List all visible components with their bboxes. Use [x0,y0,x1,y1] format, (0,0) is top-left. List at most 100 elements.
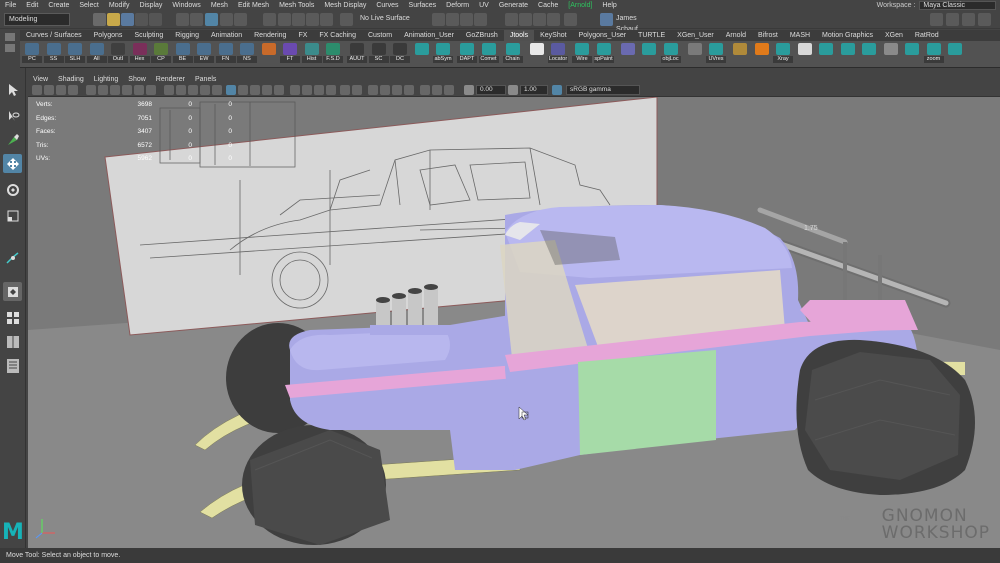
depth-of-field-icon[interactable] [274,85,284,95]
shelf-button-ss[interactable]: SS [43,43,64,66]
tool-settings-icon[interactable] [962,13,975,26]
film-gate-icon[interactable] [98,85,108,95]
shelf-button-all[interactable]: All [86,43,107,66]
workspace-dropdown[interactable]: Maya Classic [919,0,996,10]
shelf-tab-fx[interactable]: FX [292,30,313,41]
construction-history-icon[interactable] [432,13,445,26]
shelf-tab-jtools[interactable]: Jtools [503,30,535,41]
redo-icon[interactable] [149,13,162,26]
shelf-button-30[interactable] [685,43,705,66]
menu-item-mesh-tools[interactable]: Mesh Tools [274,2,319,9]
menu-item-uv[interactable]: UV [474,2,494,9]
shelf-editor-icon[interactable] [5,44,15,52]
textured-icon[interactable] [200,85,210,95]
camera-select-icon[interactable] [32,85,42,95]
shelf-button-locator[interactable]: Locator [548,43,568,66]
shelf-button-chain[interactable]: Chain [502,43,523,66]
attribute-editor-icon[interactable] [946,13,959,26]
last-tool-icon[interactable] [3,248,22,267]
resolution-gate-icon[interactable] [110,85,120,95]
workspace-selector[interactable]: Workspace : Maya Classic [877,0,996,10]
shelf-button-40[interactable] [902,43,922,66]
snap-surface-icon[interactable] [320,13,333,26]
perspective-icon[interactable] [392,85,402,95]
shelf-tab-sculpting[interactable]: Sculpting [128,30,169,41]
shelf-button-39[interactable] [881,43,901,66]
shelf-button-f-s-d[interactable]: F.S.D [323,43,343,66]
field-chart-icon[interactable] [134,85,144,95]
panel-menu-renderer[interactable]: Renderer [151,76,190,83]
shelf-tab-animation-user[interactable]: Animation_User [398,30,460,41]
lighting-toggle-icon[interactable] [432,85,442,95]
exposure-field[interactable]: 0.00 [476,85,506,95]
render-icon[interactable] [446,13,459,26]
xray-icon[interactable] [302,85,312,95]
four-view-layout-icon[interactable] [3,308,22,327]
menu-item-deform[interactable]: Deform [441,2,474,9]
snap-point-icon[interactable] [292,13,305,26]
scale-tool-icon[interactable] [3,206,22,225]
arnold-ipr-icon[interactable] [564,13,577,26]
rotate-tool-icon[interactable] [3,180,22,199]
shelf-button-ew[interactable]: EW [194,43,214,66]
single-view-layout-icon[interactable] [3,282,22,301]
shelf-button-11[interactable] [259,43,279,66]
shelf-button-32[interactable] [730,43,750,66]
hypershade-icon[interactable] [505,13,518,26]
shelf-button-objloc[interactable]: objLoc [660,43,681,66]
shadows-icon[interactable] [226,85,236,95]
shelf-tab-polygons[interactable]: Polygons [88,30,129,41]
smooth-shade-icon[interactable] [176,85,186,95]
anti-aliasing-icon[interactable] [262,85,272,95]
shelf-button-sc[interactable]: SC [368,43,389,66]
safe-action-icon[interactable] [146,85,156,95]
select-component-icon[interactable] [205,13,218,26]
screen-space-ao-icon[interactable] [238,85,248,95]
shelf-button-35[interactable] [795,43,815,66]
select-vertex-icon[interactable] [220,13,233,26]
select-tool-icon[interactable] [3,80,22,99]
ipr-render-icon[interactable] [460,13,473,26]
menu-item-cache[interactable]: Cache [533,2,563,9]
live-surface-icon[interactable] [340,13,353,26]
backface-culling-icon[interactable] [340,85,350,95]
shelf-button-auut[interactable]: AUUT [347,43,367,66]
camera-attributes-icon[interactable] [44,85,54,95]
xray-joints-icon[interactable] [314,85,324,95]
shelf-tab-bifrost[interactable]: Bifrost [752,30,784,41]
shelf-button-37[interactable] [838,43,858,66]
shelf-button-27[interactable] [618,43,638,66]
menu-item-select[interactable]: Select [74,2,103,9]
shelf-button-dc[interactable]: DC [390,43,410,66]
shelf-tab-fx-caching[interactable]: FX Caching [313,30,362,41]
shelf-button-28[interactable] [639,43,659,66]
snap-curve-icon[interactable] [278,13,291,26]
shelf-button-cp[interactable]: CP [151,43,171,66]
arnold-render-icon[interactable] [547,13,560,26]
use-all-lights-icon[interactable] [212,85,222,95]
shelf-tab-polygons-user[interactable]: Polygons_User [573,30,632,41]
menu-item-display[interactable]: Display [134,2,167,9]
shelf-tab-motion-graphics[interactable]: Motion Graphics [816,30,879,41]
menu-item-windows[interactable]: Windows [167,2,205,9]
wireframe-on-shaded-icon[interactable] [188,85,198,95]
menu-item-arnold[interactable]: [Arnold] [563,2,597,9]
shelf-button-ft[interactable]: FT [280,43,300,66]
lasso-tool-icon[interactable] [3,106,22,125]
undo-icon[interactable] [135,13,148,26]
motion-blur-icon[interactable] [250,85,260,95]
hud-toggle-icon[interactable] [420,85,430,95]
shelf-menu-icon[interactable] [5,33,15,41]
isolate-select-icon[interactable] [290,85,300,95]
live-surface-field[interactable]: No Live Surface [356,13,422,26]
shelf-tab-gozbrush[interactable]: GoZBrush [460,30,504,41]
menu-item-generate[interactable]: Generate [494,2,533,9]
menu-item-edit[interactable]: Edit [21,2,43,9]
bookmarks-icon[interactable] [56,85,66,95]
save-scene-icon[interactable] [121,13,134,26]
menu-item-edit-mesh[interactable]: Edit Mesh [233,2,274,9]
xray-active-icon[interactable] [326,85,336,95]
shelf-tab-curves-surfaces[interactable]: Curves / Surfaces [20,30,88,41]
shelf-button-slh[interactable]: SLH [65,43,85,66]
gamma-field[interactable]: 1.00 [520,85,548,95]
